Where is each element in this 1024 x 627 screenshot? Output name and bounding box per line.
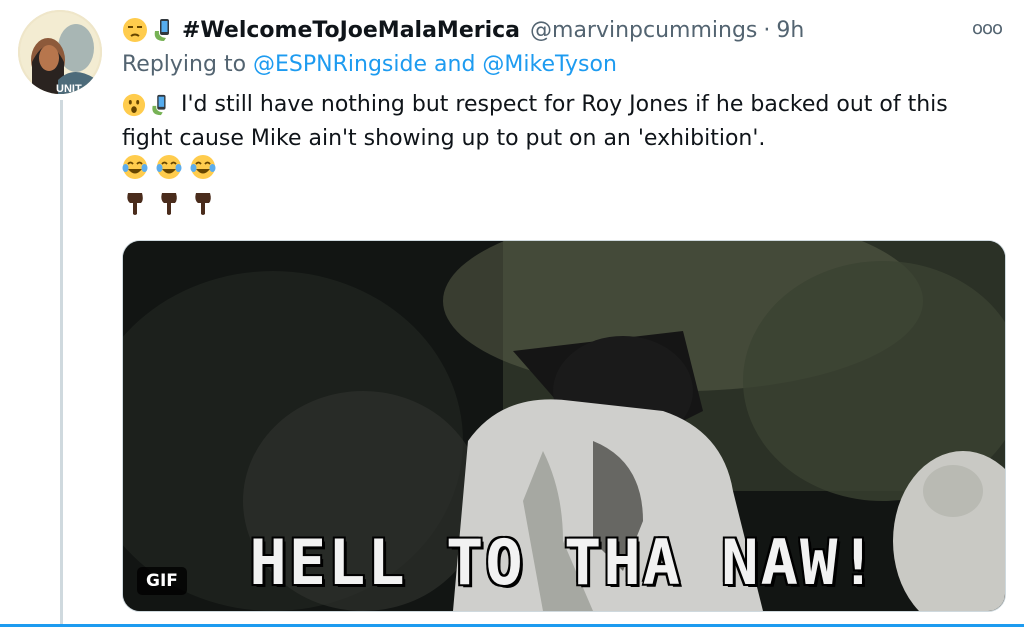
laugh-emoji-row <box>122 154 216 180</box>
thread-line <box>60 100 63 627</box>
mobile-phone-icon <box>152 94 166 116</box>
mobile-phone-icon <box>154 19 169 41</box>
point-down-icon <box>127 193 143 215</box>
display-name[interactable]: #WelcomeToJoeMalaMerica <box>182 18 520 43</box>
timestamp[interactable]: 9h <box>776 18 804 43</box>
reply-mention-espnringside[interactable]: @ESPNRingside <box>253 52 427 77</box>
user-handle[interactable]: @marvinpcummings <box>530 18 757 43</box>
avatar-label: UNIT <box>56 83 82 94</box>
gif-caption: HELL TO THA NAW! <box>249 526 879 599</box>
replying-to: Replying to @ESPNRingside and @MikeTyson <box>122 52 617 77</box>
gif-media[interactable]: HELL TO THA NAW! GIF <box>122 240 1006 612</box>
tears-of-joy-icon <box>122 155 148 179</box>
tweet-body: I'd still have nothing but respect for R… <box>122 92 948 151</box>
point-emoji-row <box>122 190 216 216</box>
unamused-face-icon <box>123 18 147 42</box>
more-options-icon[interactable]: ooo <box>972 20 1003 38</box>
hushed-face-icon <box>122 93 146 117</box>
replying-prefix: Replying to <box>122 52 247 77</box>
gif-badge: GIF <box>137 567 187 595</box>
point-down-icon <box>195 193 211 215</box>
separator-dot: · <box>763 17 771 43</box>
reply-and: and <box>434 52 476 77</box>
reply-mention-miketyson[interactable]: @MikeTyson <box>482 52 616 77</box>
point-down-icon <box>161 193 177 215</box>
avatar[interactable]: UNIT <box>18 10 102 94</box>
tears-of-joy-icon <box>190 155 216 179</box>
tweet-header: #WelcomeToJoeMalaMerica @marvinpcummings… <box>122 14 804 46</box>
tears-of-joy-icon <box>156 155 182 179</box>
tweet-text: I'd still have nothing but respect for R… <box>122 88 1002 156</box>
